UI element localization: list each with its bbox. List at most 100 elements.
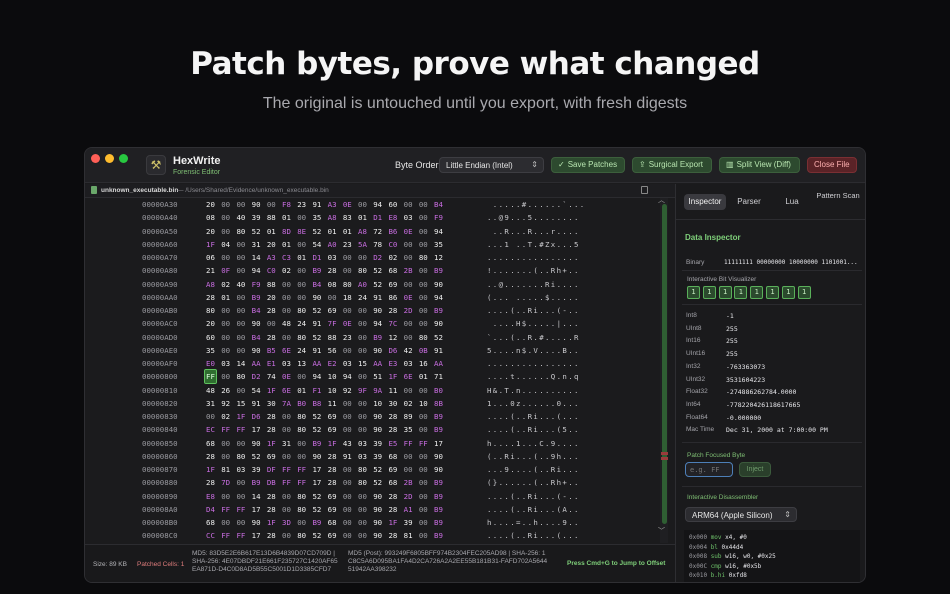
hex-byte[interactable]: 12	[387, 331, 398, 344]
ascii-column[interactable]: ....(..Ri...(5..	[487, 423, 580, 436]
hex-row[interactable]: 000008C0 CC FF FF 17 28 00 80 52 69 00 00 90 28 81 00 B9…	[85, 529, 659, 542]
hex-byte[interactable]: 00	[357, 410, 368, 423]
ascii-column[interactable]: ....(..Ri...(-..	[487, 490, 580, 503]
hex-byte[interactable]: 52	[311, 490, 322, 503]
bit-cell[interactable]: 1	[781, 286, 795, 299]
tab-lua[interactable]: Lua	[780, 194, 804, 210]
hex-byte[interactable]: 31	[281, 437, 292, 450]
hex-byte[interactable]: 10	[327, 384, 338, 397]
hex-byte[interactable]: 2B	[403, 476, 414, 489]
hex-byte[interactable]: 14	[235, 357, 246, 370]
hex-byte[interactable]: 01	[418, 370, 429, 383]
hex-byte[interactable]: 69	[327, 304, 338, 317]
hex-byte[interactable]: B8	[311, 397, 322, 410]
hex-byte[interactable]: 9A	[372, 384, 383, 397]
hex-byte[interactable]: 69	[387, 463, 398, 476]
hex-row[interactable]: 00000870 1F 81 03 39 DF FF FF 17 28 00 80 52 69 00 00 90…	[85, 463, 659, 476]
hex-byte[interactable]: 92	[342, 384, 353, 397]
hex-byte[interactable]: A8	[327, 211, 338, 224]
hex-byte[interactable]: 7D	[220, 476, 231, 489]
hex-byte[interactable]: 20	[266, 291, 277, 304]
hex-byte[interactable]: 7C	[387, 317, 398, 330]
hex-byte[interactable]: 00	[403, 278, 414, 291]
hex-byte[interactable]: 52	[311, 503, 322, 516]
hex-byte[interactable]: A0	[357, 278, 368, 291]
hex-byte[interactable]: 28	[327, 476, 338, 489]
ascii-column[interactable]: ..@9...5........	[487, 211, 580, 224]
scrollbar-thumb[interactable]	[662, 204, 667, 524]
hex-byte[interactable]: D2	[251, 370, 262, 383]
hex-grid[interactable]: 00000A30 20 00 00 90 00 F8 23 91 A3 0E 00 94 60 00 00 B4…	[85, 198, 659, 543]
hex-byte[interactable]: 17	[251, 529, 262, 542]
hex-byte[interactable]: 00	[296, 264, 307, 277]
hex-byte[interactable]: 01	[281, 211, 292, 224]
hex-byte[interactable]: 90	[311, 450, 322, 463]
hex-row[interactable]: 00000AB0 80 00 00 B4 28 00 80 52 69 00 00 90 28 2D 00 B9…	[85, 304, 659, 317]
hex-byte[interactable]: D6	[387, 344, 398, 357]
hex-byte[interactable]: 00	[418, 278, 429, 291]
hex-byte[interactable]: 00	[296, 211, 307, 224]
hex-byte[interactable]: 00	[296, 278, 307, 291]
hex-byte[interactable]: 01	[342, 225, 353, 238]
hex-byte[interactable]: 52	[433, 331, 444, 344]
hex-byte[interactable]: 94	[372, 198, 383, 211]
hex-byte[interactable]: 00	[220, 516, 231, 529]
hex-byte[interactable]: 00	[342, 516, 353, 529]
hex-byte[interactable]: 00	[357, 344, 368, 357]
hex-byte[interactable]: 00	[220, 304, 231, 317]
disassembly-listing[interactable]: 0x000 mov x4, #0 0x004 bl 0x44d4 0x008 sub…	[684, 530, 860, 582]
hex-byte[interactable]: 90	[251, 516, 262, 529]
hex-byte[interactable]: 26	[220, 384, 231, 397]
hex-byte[interactable]: FF	[296, 463, 307, 476]
hex-byte[interactable]: 69	[266, 450, 277, 463]
hex-byte[interactable]: 00	[403, 198, 414, 211]
ascii-column[interactable]: ...1 ..T.#Zx...5	[487, 238, 580, 251]
minimize-window-icon[interactable]	[105, 154, 114, 163]
hex-byte[interactable]: 00	[281, 278, 292, 291]
hex-row[interactable]: 00000A80 21 0F 00 94 C0 02 00 B9 28 00 80 52 68 2B 00 B9…	[85, 264, 659, 277]
hex-byte[interactable]: 03	[403, 211, 414, 224]
hex-row[interactable]: 00000A50 20 00 80 52 01 8D 8E 52 01 01 A8 72 B6 0E 00 94…	[85, 225, 659, 238]
hex-byte[interactable]: 83	[342, 211, 353, 224]
hex-byte[interactable]: 28	[266, 529, 277, 542]
hex-byte[interactable]: 74	[266, 370, 277, 383]
hex-byte[interactable]: 00	[357, 423, 368, 436]
hex-byte[interactable]: 00	[281, 423, 292, 436]
surgical-export-button[interactable]: ⇪ Surgical Export	[632, 157, 712, 173]
hex-row[interactable]: 00000820 31 92 15 91 30 7A B0 B8 11 00 00 10 30 02 10 8B…	[85, 397, 659, 410]
hex-byte[interactable]: 16	[418, 357, 429, 370]
hex-byte[interactable]: 28	[327, 450, 338, 463]
hex-byte[interactable]: 48	[281, 317, 292, 330]
hex-byte[interactable]: 15	[357, 357, 368, 370]
hex-row[interactable]: 00000A40 08 00 40 39 88 01 00 35 A8 83 01 D1 E8 03 00 F9…	[85, 211, 659, 224]
hex-byte[interactable]: 90	[372, 423, 383, 436]
hex-byte[interactable]: 80	[357, 463, 368, 476]
hex-byte[interactable]: 43	[342, 437, 353, 450]
hex-byte[interactable]: 00	[266, 317, 277, 330]
hex-byte[interactable]: 00	[220, 437, 231, 450]
hex-byte[interactable]: 68	[205, 516, 216, 529]
hex-byte[interactable]: C3	[281, 251, 292, 264]
hex-byte[interactable]: E8	[205, 490, 216, 503]
hex-byte[interactable]: 28	[205, 450, 216, 463]
hex-byte[interactable]: 01	[357, 211, 368, 224]
ascii-column[interactable]: ...9....(..Ri...	[487, 463, 580, 476]
hex-byte[interactable]: 80	[296, 423, 307, 436]
hex-byte[interactable]: 7A	[281, 397, 292, 410]
hex-byte[interactable]: 51	[372, 370, 383, 383]
hex-byte[interactable]: 18	[342, 291, 353, 304]
hex-byte[interactable]: 28	[387, 304, 398, 317]
hex-byte[interactable]: E5	[387, 437, 398, 450]
hex-byte[interactable]: 03	[357, 450, 368, 463]
hex-byte[interactable]: 31	[251, 238, 262, 251]
hex-byte[interactable]: B4	[251, 304, 262, 317]
hex-byte[interactable]: 00	[235, 264, 246, 277]
hex-byte[interactable]: B4	[251, 331, 262, 344]
hex-byte[interactable]: D1	[311, 251, 322, 264]
hex-byte[interactable]: 28	[387, 529, 398, 542]
hex-byte[interactable]: 78	[372, 238, 383, 251]
hex-byte[interactable]: 39	[251, 211, 262, 224]
hex-byte[interactable]: 1F	[205, 238, 216, 251]
hex-byte[interactable]: 00	[418, 516, 429, 529]
hex-byte[interactable]: 68	[205, 437, 216, 450]
